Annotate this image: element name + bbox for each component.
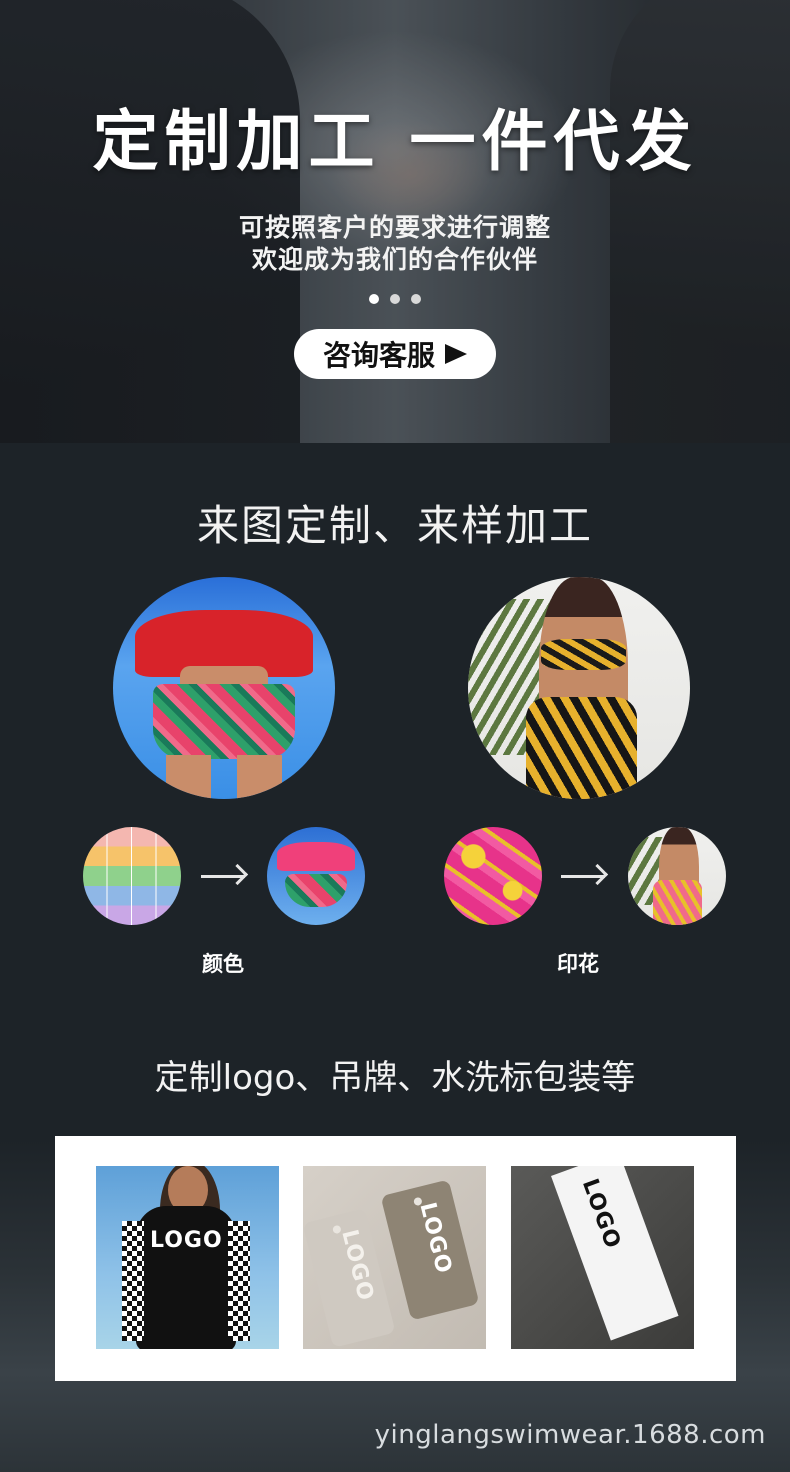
hero-banner: 定制加工 一件代发 可按照客户的要求进行调整 欢迎成为我们的合作伙伴 咨询客服	[0, 0, 790, 443]
page: 定制加工 一件代发 可按照客户的要求进行调整 欢迎成为我们的合作伙伴 咨询客服 …	[0, 0, 790, 1472]
carousel-dot-1[interactable]	[368, 294, 379, 304]
consult-service-label: 咨询客服	[322, 339, 435, 372]
logo-text-swimsuit: LOGO	[150, 1228, 223, 1253]
arrow-right-icon	[561, 863, 609, 886]
print-example-photo	[468, 577, 690, 799]
logo-hangtag-image: LOGO LOGO	[303, 1166, 486, 1349]
logo-text-hangtag-right: LOGO	[414, 1199, 457, 1277]
color-swatch-chart-image	[83, 827, 181, 925]
hero-title: 定制加工 一件代发	[92, 103, 698, 180]
consult-service-button[interactable]: 咨询客服	[294, 329, 496, 379]
color-result-image	[267, 827, 365, 925]
section-title-custom-logo: 定制logo、吊牌、水洗标包装等	[154, 1058, 636, 1098]
logo-wash-label-image: LOGO	[511, 1166, 694, 1349]
footer-shop-url: yinglangswimwear.1688.com	[374, 1420, 766, 1450]
logo-examples-panel: LOGO LOGO LOGO LOGO	[55, 1136, 736, 1381]
arrow-right-icon	[201, 863, 249, 886]
color-example-photo	[113, 577, 335, 799]
carousel-dot-3[interactable]	[411, 294, 422, 304]
caption-color: 颜色	[202, 952, 244, 976]
section-title-custom-processing: 来图定制、来样加工	[196, 501, 593, 550]
logo-swimsuit-image: LOGO	[96, 1166, 279, 1349]
carousel-dots	[0, 289, 790, 308]
carousel-dot-2[interactable]	[390, 294, 400, 304]
logo-text-hangtag-left: LOGO	[336, 1227, 379, 1304]
caption-print: 印花	[557, 952, 599, 976]
logo-text-wash-label: LOGO	[576, 1175, 626, 1253]
hero-subtitle-line2: 欢迎成为我们的合作伙伴	[251, 245, 538, 274]
print-result-image	[628, 827, 726, 925]
print-fabric-image	[444, 827, 542, 925]
hero-subtitle-line1: 可按照客户的要求进行调整	[238, 213, 551, 242]
arrow-right-icon	[445, 344, 467, 364]
